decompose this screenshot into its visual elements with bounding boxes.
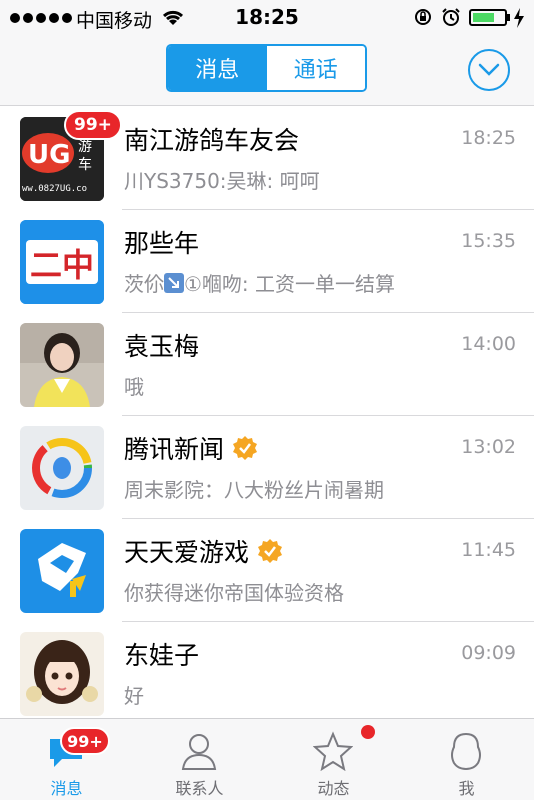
penguin-icon	[451, 732, 481, 771]
tab-label: 消息	[50, 779, 83, 798]
user-avatar	[20, 323, 104, 407]
conversation-preview: 哦	[124, 375, 144, 399]
bottom-tab-bar: 99+ 消息 联系人 动态 我	[0, 718, 534, 800]
chevron-down-icon	[478, 63, 500, 76]
conversation-preview: 你获得迷你帝国体验资格	[124, 581, 344, 605]
contact-person-icon	[181, 734, 217, 770]
tab-label: 动态	[317, 779, 350, 798]
arrow-emoji-icon	[164, 273, 184, 293]
conversation-time: 09:09	[461, 642, 516, 664]
dropdown-button[interactable]	[468, 49, 510, 91]
conversation-time: 14:00	[461, 333, 516, 355]
conversation-row[interactable]: 二中 那些年 15:35 茨伱 ①嗰吻: 工资一单一结算	[0, 210, 534, 313]
segmented-control: 消息 通话	[166, 44, 367, 92]
notification-dot	[361, 725, 375, 739]
conversation-time: 18:25	[461, 127, 516, 149]
charging-bolt-icon	[514, 8, 524, 28]
verified-badge-icon	[258, 539, 283, 563]
avatar-ug-text: UG	[28, 140, 70, 170]
conversation-name-text: 天天爱游戏	[124, 538, 250, 567]
battery-icon	[469, 9, 507, 26]
tab-label: 联系人	[175, 779, 224, 798]
tab-label: 我	[458, 779, 475, 798]
tab-messages[interactable]: 99+ 消息	[0, 719, 133, 800]
conversation-row[interactable]: 东娃子 09:09 好	[0, 622, 534, 718]
conversation-name: 那些年	[124, 229, 200, 258]
avatar-caption: ww.0827UG.co	[22, 184, 87, 194]
conversation-time: 15:35	[461, 230, 516, 252]
conversation-preview: 川YS3750:吴琳: 呵呵	[124, 169, 320, 193]
status-bar: 中国移动 18:25	[0, 0, 534, 36]
game-logo-icon	[20, 529, 104, 613]
conversation-row[interactable]: 腾讯新闻 13:02 周末影院：八大粉丝片闹暑期	[0, 416, 534, 519]
svg-text:车: 车	[78, 156, 92, 173]
conversation-preview: 茨伱 ①嗰吻: 工资一单一结算	[124, 268, 395, 297]
preview-prefix: 茨伱	[124, 272, 164, 296]
conversation-row[interactable]: UG 游 车 ww.0827UG.co 99+ 南江游鸽车友会 18:25 川Y…	[0, 107, 534, 210]
conversation-name: 袁玉梅	[124, 332, 200, 361]
conversation-time: 13:02	[461, 436, 516, 458]
nav-header: 消息 通话	[0, 36, 534, 106]
conversation-name: 东娃子	[124, 641, 200, 670]
battery-tip	[507, 14, 510, 21]
person-photo-icon	[20, 323, 104, 407]
conversation-row[interactable]: 袁玉梅 14:00 哦	[0, 313, 534, 416]
preview-suffix: ①嗰吻: 工资一单一结算	[184, 272, 396, 296]
alarm-icon	[442, 8, 460, 26]
game-avatar	[20, 529, 104, 613]
conversation-time: 11:45	[461, 539, 516, 561]
battery-level-fill	[473, 13, 494, 22]
conversation-name: 天天爱游戏	[124, 533, 283, 569]
erzhong-logo-icon: 二中	[20, 220, 104, 304]
rotation-lock-icon	[415, 9, 431, 25]
cartoon-girl-icon	[20, 632, 104, 716]
tab-me[interactable]: 我	[400, 719, 533, 800]
unread-badge: 99+	[60, 727, 110, 755]
conversation-name-text: 腾讯新闻	[124, 435, 225, 464]
conversation-preview: 周末影院：八大粉丝片闹暑期	[124, 478, 384, 502]
segment-messages[interactable]: 消息	[168, 46, 267, 90]
conversation-list: UG 游 车 ww.0827UG.co 99+ 南江游鸽车友会 18:25 川Y…	[0, 107, 534, 718]
conversation-name: 腾讯新闻	[124, 430, 258, 466]
conversation-name: 南江游鸽车友会	[124, 126, 300, 155]
unread-badge: 99+	[64, 110, 122, 140]
verified-badge-icon	[233, 436, 258, 460]
user-avatar	[20, 632, 104, 716]
avatar-erzhong-text: 二中	[30, 246, 94, 284]
star-icon	[313, 731, 353, 771]
tab-contacts[interactable]: 联系人	[133, 719, 266, 800]
tencent-news-logo-icon	[20, 426, 104, 510]
group-avatar: 二中	[20, 220, 104, 304]
tencent-news-avatar	[20, 426, 104, 510]
svg-text:游: 游	[78, 139, 92, 155]
conversation-row[interactable]: 天天爱游戏 11:45 你获得迷你帝国体验资格	[0, 519, 534, 622]
conversation-preview: 好	[124, 684, 144, 708]
segment-calls[interactable]: 通话	[266, 46, 365, 90]
tab-feed[interactable]: 动态	[267, 719, 400, 800]
